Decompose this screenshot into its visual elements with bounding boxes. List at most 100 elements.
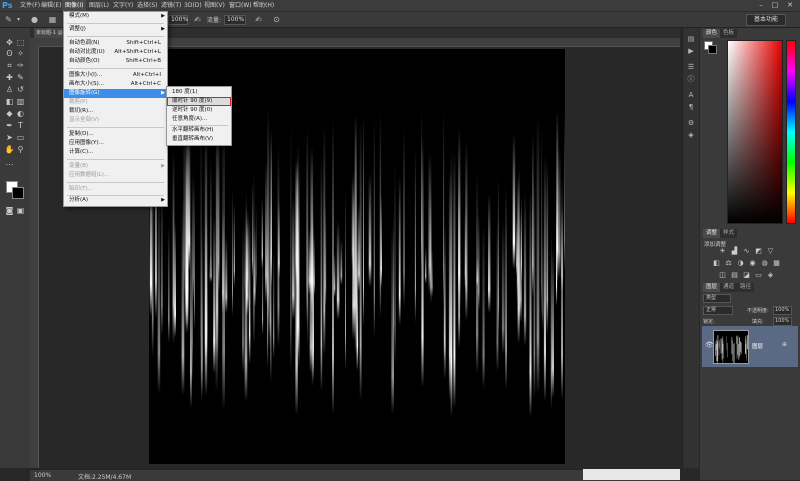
menu-item-auto-contrast[interactable]: 自动对比度(U)Alt+Shift+Ctrl+L (64, 48, 167, 57)
menu-item-crop[interactable]: 裁剪(P) (64, 98, 167, 107)
tab-channels[interactable]: 通道 (720, 283, 737, 292)
black-white-icon[interactable]: ◑ (736, 259, 745, 267)
quick-mask-icon[interactable]: ◙ (4, 206, 15, 216)
actions-icon[interactable]: ▶ (686, 46, 696, 56)
brush-tool-icon[interactable]: ✎ (15, 73, 26, 83)
character-icon[interactable]: A (686, 90, 696, 100)
tab-swatches[interactable]: 色板 (720, 29, 737, 38)
workspace-select[interactable]: 基本功能 (746, 14, 786, 26)
eyedropper-icon[interactable]: ✑ (15, 61, 26, 71)
paragraph-icon[interactable]: ¶ (686, 102, 696, 112)
menu-item-rotate-180[interactable]: 180 度(1) (167, 88, 231, 97)
menu-image[interactable]: 图像(I) (62, 0, 86, 11)
menu-item-auto-color[interactable]: 自动颜色(O)Shift+Ctrl+B (64, 57, 167, 66)
history-brush-icon[interactable]: ↺ (15, 85, 26, 95)
healing-brush-icon[interactable]: ✚ (4, 73, 15, 83)
more-tools-icon[interactable]: … (4, 158, 15, 168)
properties-icon[interactable]: ☰ (686, 62, 696, 72)
panel-background-swatch[interactable] (708, 45, 717, 54)
blur-icon[interactable]: ◆ (4, 109, 15, 119)
pressure-opacity-icon[interactable]: ✍ (193, 15, 202, 24)
menu-item-trim[interactable]: 裁切(R)... (64, 107, 167, 116)
eraser-icon[interactable]: ◧ (4, 97, 15, 107)
menu-item-image-rotation[interactable]: 图像旋转(G)▶ (64, 89, 167, 98)
tab-adjustments[interactable]: 调整 (703, 229, 720, 238)
brightness-icon[interactable]: ☀ (718, 247, 727, 255)
channel-mixer-icon[interactable]: ◍ (760, 259, 769, 267)
layer-opacity-field[interactable]: 100% (773, 306, 792, 315)
lasso-tool-icon[interactable]: ʘ (4, 49, 15, 59)
menu-item-auto-tone[interactable]: 自动色调(N)Shift+Ctrl+L (64, 39, 167, 48)
tab-styles[interactable]: 样式 (720, 229, 737, 238)
info-icon[interactable]: ⓘ (686, 74, 696, 84)
color-picker-field[interactable] (727, 40, 783, 224)
selective-color-icon[interactable]: ◈ (766, 271, 775, 279)
maximize-button[interactable]: □ (770, 1, 780, 10)
type-icon[interactable]: T (15, 121, 26, 131)
opacity-field[interactable]: 100% (168, 15, 188, 25)
move-tool-icon[interactable]: ✥ (4, 38, 15, 48)
blend-mode-select[interactable]: 正常 (703, 306, 733, 315)
menu-layer[interactable]: 图层(L) (86, 0, 112, 11)
gradient-icon[interactable]: ▥ (15, 97, 26, 107)
hue-sat-icon[interactable]: ◧ (712, 259, 721, 267)
menu-item-flip-horizontal[interactable]: 水平翻转画布(H) (167, 126, 231, 135)
quick-select-icon[interactable]: ✧ (15, 49, 26, 59)
menu-item-trap[interactable]: 陷印(T)... (64, 185, 167, 194)
menu-item-rotate-90-ccw[interactable]: 逆时针 90 度(0) (167, 106, 231, 115)
path-select-icon[interactable]: ➤ (4, 133, 15, 143)
menu-help[interactable]: 帮助(H) (250, 0, 277, 11)
crop-tool-icon[interactable]: ⌗ (4, 61, 15, 71)
dodge-icon[interactable]: ◐ (15, 109, 26, 119)
zoom-icon[interactable]: ⚲ (15, 145, 26, 155)
clone-stamp-icon[interactable]: ♙ (4, 85, 15, 95)
levels-icon[interactable]: ▟ (730, 247, 739, 255)
menu-edit[interactable]: 编辑(E) (38, 0, 64, 11)
tab-paths[interactable]: 路径 (737, 283, 754, 292)
background-color-swatch[interactable] (12, 187, 24, 199)
brush-preset-icon[interactable]: ● (30, 15, 39, 24)
posterize-icon[interactable]: ▤ (730, 271, 739, 279)
threshold-icon[interactable]: ◪ (742, 271, 751, 279)
shape-icon[interactable]: ▭ (15, 133, 26, 143)
menu-item-flip-vertical[interactable]: 垂直翻转画布(V) (167, 135, 231, 144)
fill-field[interactable]: 100% (773, 317, 792, 326)
menu-item-duplicate[interactable]: 复制(D)... (64, 130, 167, 139)
layer-name[interactable]: 图层 (752, 342, 763, 350)
history-icon[interactable]: ▤ (686, 34, 696, 44)
chevron-down-icon[interactable]: ▾ (14, 15, 23, 24)
screen-mode-icon[interactable]: ▣ (15, 206, 26, 216)
close-button[interactable]: ✕ (785, 1, 795, 10)
menu-item-rotate-90-cw[interactable]: 顺时针 90 度(9) (167, 97, 231, 106)
zoom-level[interactable]: 100% (34, 472, 51, 479)
menu-item-canvas-size[interactable]: 画布大小(S)...Alt+Ctrl+C (64, 80, 167, 89)
menu-item-apply-data-set[interactable]: 应用数据组(L)... (64, 171, 167, 180)
brush-tool-icon[interactable]: ✎ (4, 15, 13, 24)
invert-icon[interactable]: ◫ (718, 271, 727, 279)
menu-item-calculations[interactable]: 计算(C)... (64, 148, 167, 157)
curves-icon[interactable]: ∿ (742, 247, 751, 255)
layer-kind-filter[interactable]: 类型 (703, 294, 731, 303)
menu-item-image-size[interactable]: 图像大小(I)...Alt+Ctrl+I (64, 71, 167, 80)
photo-filter-icon[interactable]: ◉ (748, 259, 757, 267)
menu-item-adjustments[interactable]: 调整(J)▶ (64, 25, 167, 34)
color-lookup-icon[interactable]: ▦ (772, 259, 781, 267)
airbrush-icon[interactable]: ✍ (254, 15, 263, 24)
hand-icon[interactable]: ✋ (4, 145, 15, 155)
menu-item-apply-image[interactable]: 应用图像(Y)... (64, 139, 167, 148)
menu-item-variables[interactable]: 变量(B)▶ (64, 162, 167, 171)
tab-color[interactable]: 颜色 (703, 29, 720, 38)
menu-select[interactable]: 选择(S) (134, 0, 161, 11)
vibrance-icon[interactable]: ▽ (766, 247, 775, 255)
layer-comps-icon[interactable]: ◈ (686, 130, 696, 140)
tab-layers[interactable]: 图层 (703, 283, 720, 292)
color-balance-icon[interactable]: ⚖ (724, 259, 733, 267)
brush-panel-icon[interactable]: ▦ (48, 15, 57, 24)
menu-item-mode[interactable]: 模式(M)▶ (64, 12, 167, 21)
tool-presets-icon[interactable]: ⚙ (686, 118, 696, 128)
pressure-size-icon[interactable]: ⊙ (272, 15, 281, 24)
minimize-button[interactable]: – (756, 1, 766, 10)
flow-field[interactable]: 100% (224, 15, 246, 25)
menu-view[interactable]: 视图(V) (201, 0, 228, 11)
hue-slider[interactable] (786, 40, 796, 224)
